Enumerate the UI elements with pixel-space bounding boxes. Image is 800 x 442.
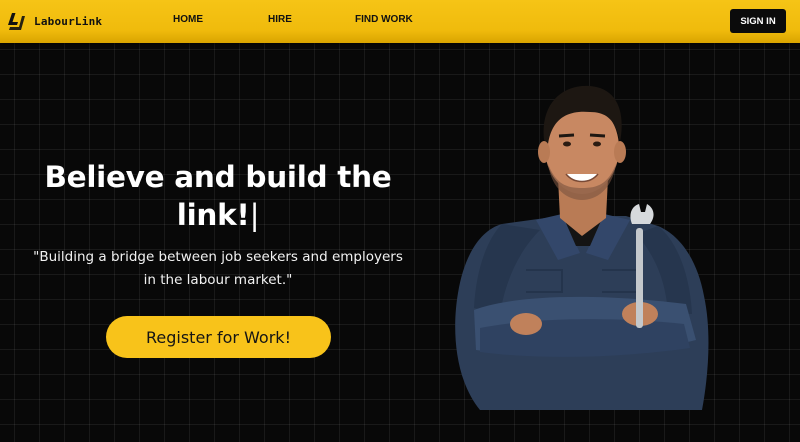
nav-find-work-link[interactable]: FIND WORK	[355, 14, 413, 25]
sign-in-button[interactable]: SIGN IN	[730, 9, 786, 33]
hero-tagline: "Building a bridge between job seekers a…	[33, 249, 403, 288]
brand-logo[interactable]: LabourLink	[6, 10, 102, 32]
top-navbar: LabourLink HOME HIRE FIND WORK SIGN IN	[0, 0, 800, 43]
register-for-work-button[interactable]: Register for Work!	[106, 316, 331, 358]
hero-headline: Believe and build the link!|	[30, 158, 406, 234]
labourlink-logo-icon	[8, 13, 25, 30]
hero-headline-text: Believe and build the link!	[44, 160, 392, 232]
nav-home-link[interactable]: HOME	[173, 14, 203, 25]
worker-portrait-image	[455, 85, 709, 410]
brand-name: LabourLink	[34, 14, 103, 28]
typing-cursor: |	[249, 198, 260, 232]
nav-hire-link[interactable]: HIRE	[268, 14, 292, 25]
